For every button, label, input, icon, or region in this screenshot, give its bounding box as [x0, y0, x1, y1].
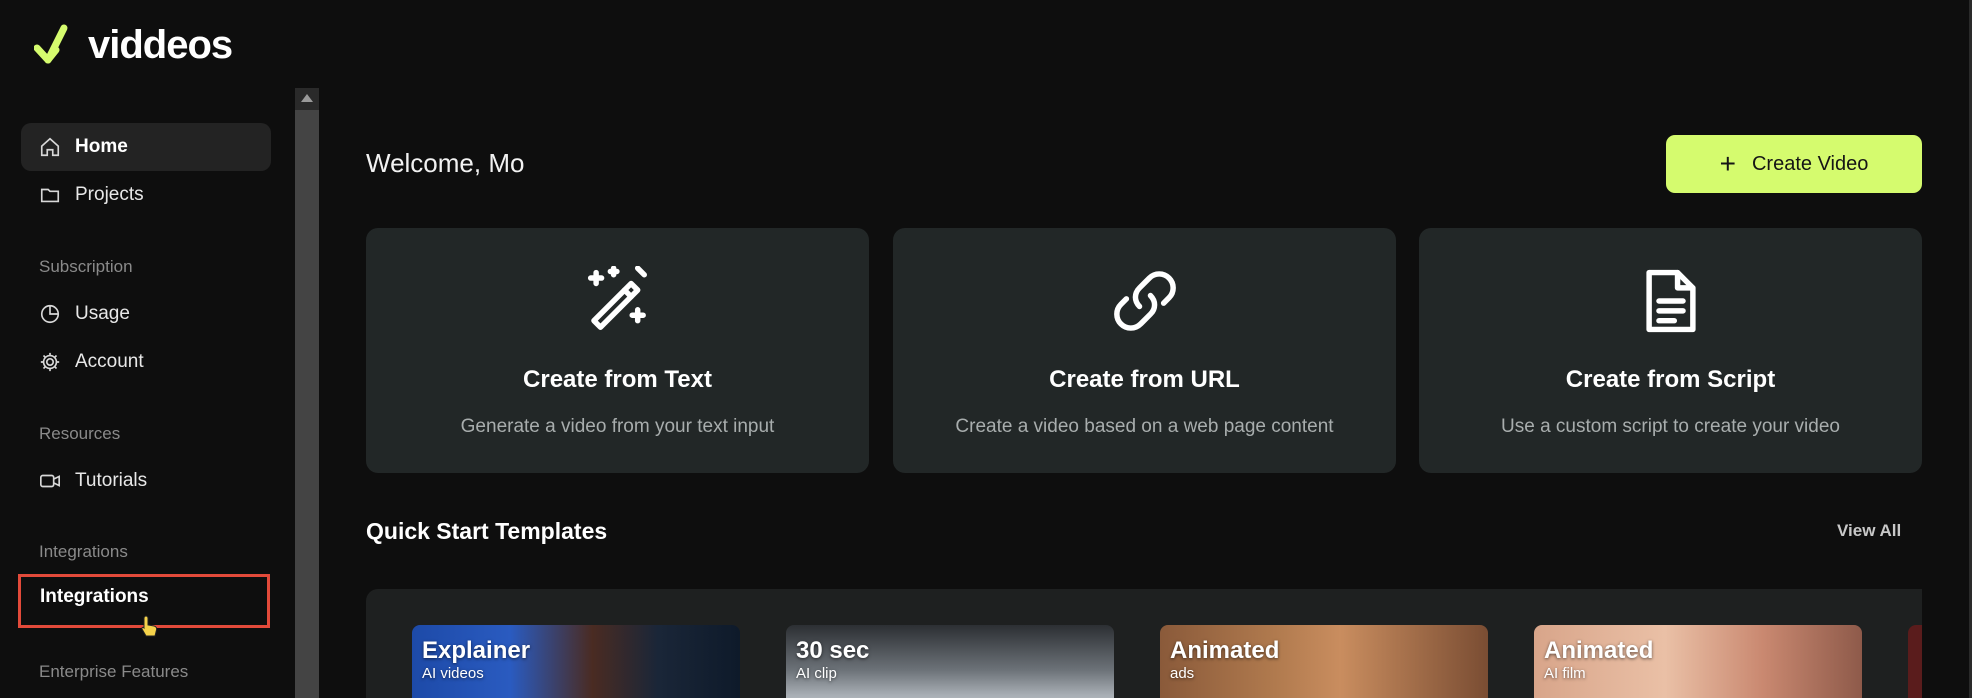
sidebar-item-label: Home [75, 136, 128, 157]
gear-icon [40, 352, 60, 372]
sidebar-item-label: Projects [75, 184, 144, 205]
brand-name: viddeos [88, 22, 233, 67]
card-description: Generate a video from your text input [460, 416, 775, 437]
pie-chart-icon [40, 304, 60, 324]
app-root: viddeos Home Projects Subscription Usage… [0, 0, 1972, 698]
logo-mark-icon [34, 24, 68, 64]
folder-icon [40, 188, 60, 203]
sidebar-item-projects[interactable]: Projects [21, 171, 271, 219]
link-icon [1113, 271, 1176, 331]
magic-wand-icon [587, 266, 647, 330]
template-subtitle: AI videos [422, 665, 484, 682]
template-card-partial[interactable] [1908, 625, 1922, 698]
page-title: Welcome, Mo [366, 148, 525, 178]
home-icon [40, 137, 60, 157]
document-icon [1645, 269, 1696, 333]
sidebar-item-label: Usage [75, 303, 130, 324]
hand-cursor-icon [141, 615, 158, 637]
template-card[interactable]: Animated ads [1160, 625, 1488, 698]
section-title-quick-start: Quick Start Templates [366, 518, 608, 544]
card-title: Create from Script [1565, 366, 1776, 393]
template-subtitle: AI film [1544, 665, 1586, 682]
section-label-integrations: Integrations [39, 542, 128, 561]
card-title: Create from Text [523, 366, 712, 393]
sidebar-item-account[interactable]: Account [21, 338, 271, 386]
template-title: Animated [1170, 637, 1280, 664]
card-title: Create from URL [1049, 366, 1240, 393]
create-video-label: Create Video [1751, 152, 1869, 175]
section-label-subscription: Subscription [39, 257, 133, 276]
template-card[interactable]: Explainer AI videos [412, 625, 740, 698]
sidebar-item-integrations[interactable]: Integrations [40, 586, 149, 608]
template-card[interactable]: Animated AI film [1534, 625, 1862, 698]
card-description: Create a video based on a web page conte… [955, 416, 1334, 437]
plus-icon: + [1719, 148, 1736, 179]
template-title: 30 sec [796, 637, 870, 664]
card-create-from-url[interactable]: Create from URL Create a video based on … [893, 228, 1396, 473]
template-title: Explainer [422, 637, 531, 664]
sidebar-item-tutorials[interactable]: Tutorials [21, 457, 271, 505]
scroll-up-arrow-icon[interactable] [301, 94, 313, 102]
section-label-enterprise: Enterprise Features [39, 662, 189, 681]
scroll-thumb[interactable] [295, 110, 319, 698]
sidebar-item-home[interactable]: Home [21, 123, 271, 171]
card-create-from-text[interactable]: Create from Text Generate a video from y… [366, 228, 869, 473]
template-title: Animated [1544, 637, 1654, 664]
sidebar-item-usage[interactable]: Usage [21, 290, 271, 338]
video-camera-icon [40, 474, 60, 488]
view-all-link[interactable]: View All [1837, 521, 1901, 541]
sidebar-scrollbar[interactable] [295, 88, 319, 698]
section-label-resources: Resources [39, 424, 121, 443]
template-subtitle: AI clip [796, 665, 837, 682]
card-create-from-script[interactable]: Create from Script Use a custom script t… [1419, 228, 1922, 473]
templates-panel: Explainer AI videos 30 sec AI clip Anima… [366, 589, 1922, 698]
sidebar-item-label: Account [75, 351, 144, 372]
create-video-button[interactable]: + Create Video [1666, 135, 1922, 193]
sidebar-item-label: Tutorials [75, 470, 148, 491]
template-subtitle: ads [1170, 665, 1195, 682]
card-description: Use a custom script to create your video [1501, 416, 1840, 437]
brand-logo[interactable]: viddeos [34, 22, 233, 68]
template-card[interactable]: 30 sec AI clip [786, 625, 1114, 698]
